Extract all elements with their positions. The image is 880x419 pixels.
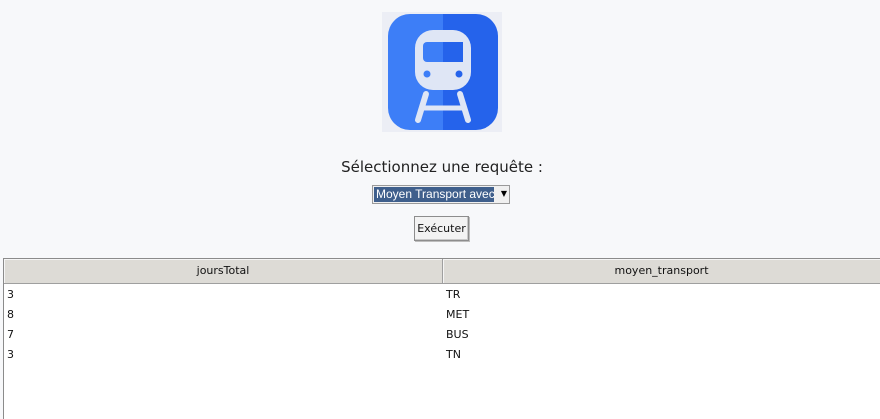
query-select-value: Moyen Transport avec: [374, 187, 494, 202]
table-cell: 8: [7, 308, 14, 321]
results-table: joursTotal moyen_transport 3 TR 8 MET 7 …: [3, 258, 880, 419]
table-cell: 7: [7, 328, 14, 341]
table-cell: 3: [7, 288, 14, 301]
table-cell: TR: [446, 288, 461, 301]
table-row[interactable]: 3 TR: [4, 285, 880, 305]
query-prompt-label: Sélectionnez une requête :: [341, 158, 543, 176]
query-select[interactable]: Moyen Transport avec ▼: [372, 185, 510, 204]
column-header-jourstotal[interactable]: joursTotal: [4, 259, 443, 284]
table-row[interactable]: 3 TN: [4, 345, 880, 365]
execute-button[interactable]: Exécuter: [414, 216, 469, 241]
table-row[interactable]: 7 BUS: [4, 325, 880, 345]
table-row[interactable]: 8 MET: [4, 305, 880, 325]
train-icon: [388, 14, 498, 130]
table-cell: TN: [446, 348, 461, 361]
train-logo: [382, 12, 502, 132]
table-cell: 3: [7, 348, 14, 361]
column-header-moyen-transport[interactable]: moyen_transport: [443, 259, 880, 284]
table-header: joursTotal moyen_transport: [4, 259, 880, 284]
table-cell: BUS: [446, 328, 469, 341]
table-cell: MET: [446, 308, 470, 321]
dropdown-arrow-icon[interactable]: ▼: [501, 189, 507, 199]
app-window: Sélectionnez une requête : Moyen Transpo…: [0, 0, 880, 419]
